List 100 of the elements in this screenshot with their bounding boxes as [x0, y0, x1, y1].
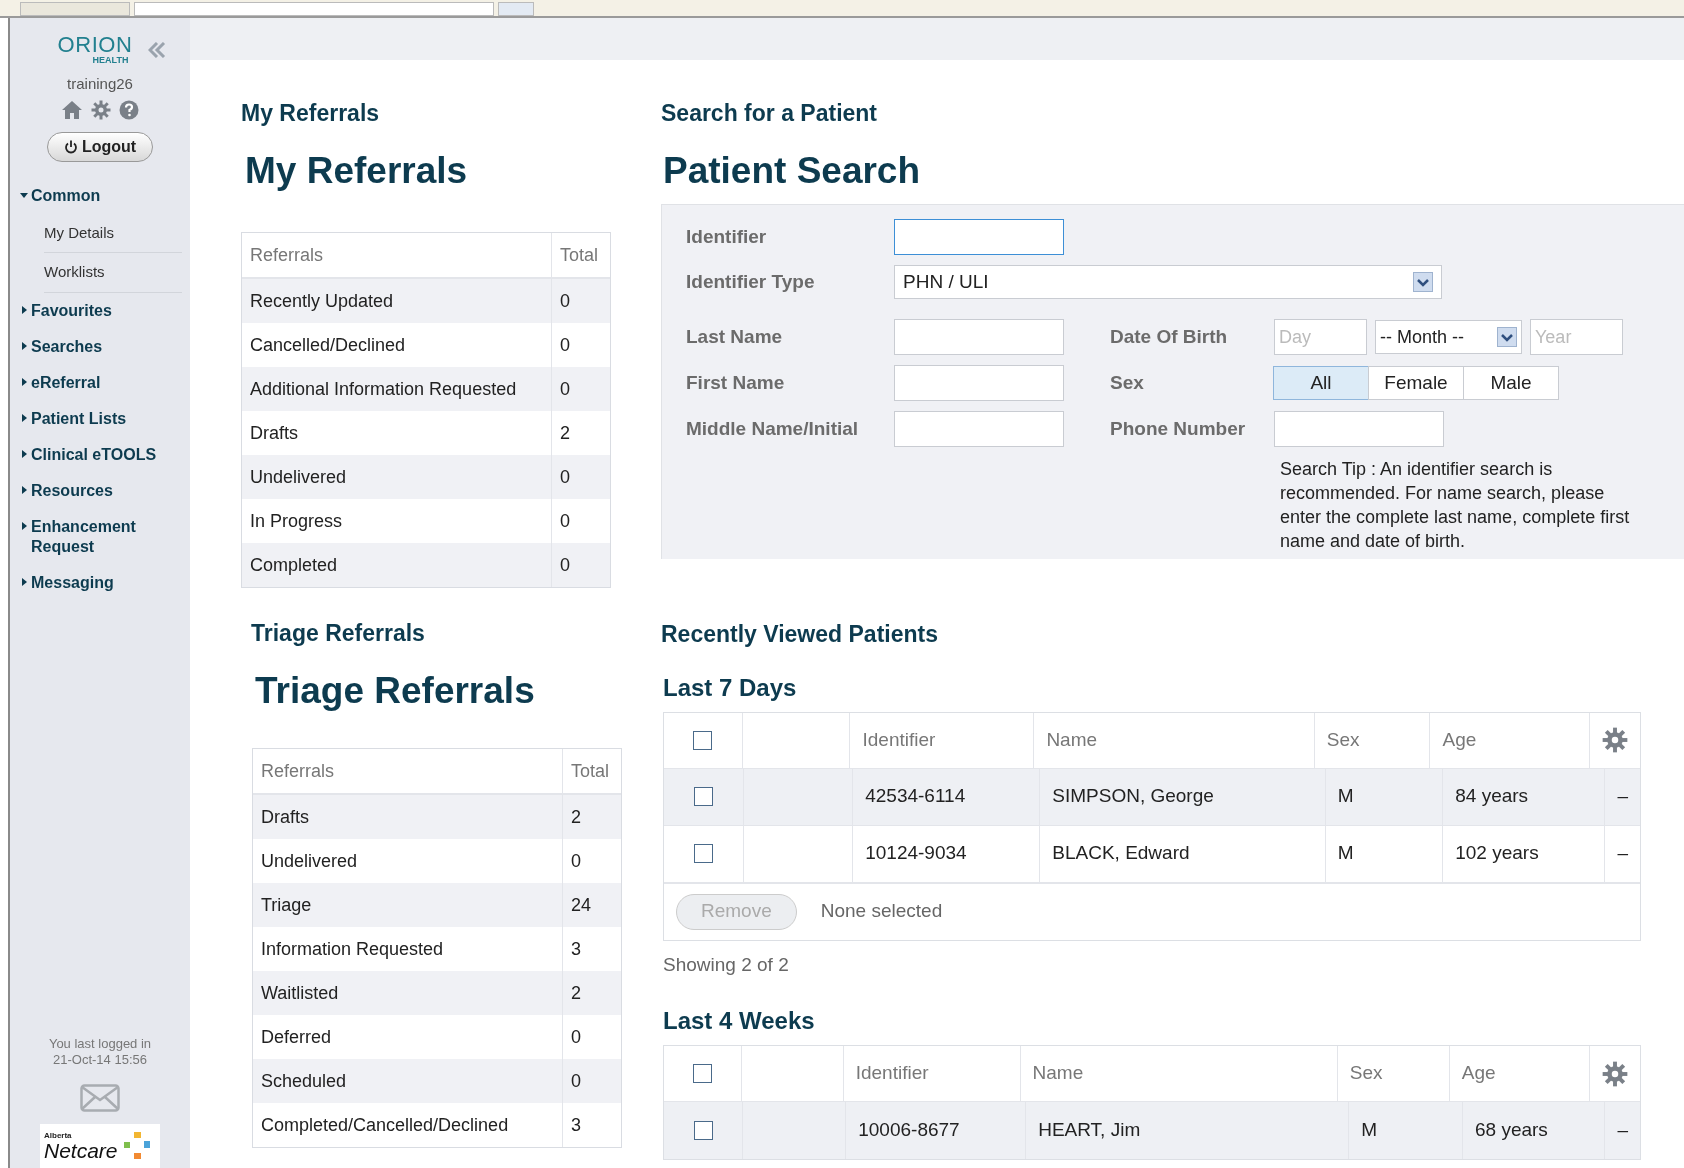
nav-item-label: Patient Lists [31, 408, 127, 429]
table-cell: 102 years [1443, 825, 1606, 882]
column-header[interactable]: Identifier [850, 712, 1035, 768]
showing-count: Showing 2 of 2 [663, 952, 790, 977]
table-cell: 10124-9034 [853, 825, 1041, 882]
table-cell: HEART, Jim [1026, 1102, 1350, 1159]
checkbox[interactable] [693, 844, 713, 863]
text-field[interactable] [894, 365, 1064, 401]
table-cell-text: 3 [570, 1113, 582, 1137]
table-cell-text: 2 [570, 805, 582, 829]
table-cell: 68 years [1463, 1102, 1606, 1159]
checkbox[interactable] [693, 1064, 713, 1083]
help-icon[interactable] [119, 99, 139, 120]
section-heading: Triage Referrals [251, 619, 426, 648]
nav-item[interactable]: Messaging [20, 564, 182, 601]
nav-item[interactable]: Searches [20, 328, 182, 365]
nav-subitem[interactable]: Worklists [44, 253, 182, 293]
table-cell: SIMPSON, George [1040, 768, 1326, 825]
table-cell: BLACK, Edward [1040, 825, 1326, 882]
field-label: Identifier [686, 224, 768, 249]
logo-name: Netcare [44, 1139, 118, 1161]
month-dropdown[interactable]: -- Month -- [1375, 320, 1522, 354]
text-field[interactable]: Year [1530, 319, 1623, 355]
section-heading: Search for a Patient [661, 99, 879, 128]
last-login-text: You last logged in [48, 1035, 152, 1052]
nav-item-label: Favourites [31, 300, 112, 321]
sex-option[interactable]: Female [1368, 366, 1464, 400]
column-header[interactable]: Name [1020, 1046, 1338, 1101]
field-label: Middle Name/Initial [686, 416, 860, 441]
caret-right-icon [20, 413, 28, 422]
field-label: Identifier Type [686, 269, 816, 294]
table-row[interactable]: Undelivered 0 [242, 455, 610, 499]
dropdown-value: -- Month -- [1380, 325, 1464, 349]
column-header[interactable]: Age [1449, 1046, 1590, 1101]
table-row[interactable]: Completed 0 [242, 543, 610, 587]
column-header[interactable]: Sex [1314, 712, 1431, 768]
sex-option[interactable]: All [1273, 366, 1369, 400]
mail-icon[interactable] [80, 1084, 120, 1112]
settings-icon[interactable] [91, 99, 111, 120]
text-field[interactable] [894, 319, 1064, 355]
checkbox[interactable] [693, 787, 713, 806]
text-field[interactable]: Day [1274, 319, 1367, 355]
checkbox[interactable] [693, 1121, 713, 1140]
group-heading: Last 7 Days [663, 672, 798, 703]
logo-tagline: HEALTH [92, 56, 129, 65]
logout-button[interactable]: Logout [46, 131, 154, 162]
table-cell: 10006-8677 [846, 1102, 1027, 1159]
nav-item[interactable]: eReferral [20, 364, 182, 401]
page-title: Patient Search [663, 148, 922, 193]
nav-item[interactable]: Favourites [20, 292, 182, 329]
caret-right-icon [20, 341, 28, 350]
nav-subitem[interactable]: My Details [44, 213, 182, 253]
identifier-type-dropdown[interactable]: PHN / ULI [894, 265, 1442, 299]
table-row[interactable]: Recently Updated 0 [242, 279, 610, 323]
power-icon [63, 139, 78, 154]
table-row[interactable]: 10006-8677 HEART, Jim M 68 years – [664, 1102, 1640, 1159]
table-row[interactable]: Waitlisted 2 [253, 971, 621, 1015]
caret-right-icon [20, 521, 28, 530]
sex-option[interactable]: Male [1463, 366, 1559, 400]
table-cell: Completed/Cancelled/Declined [253, 1103, 563, 1147]
nav-item-label: Clinical eTOOLS [31, 444, 157, 465]
text-field[interactable] [1274, 411, 1444, 447]
nav-item[interactable]: Patient Lists [20, 400, 182, 437]
group-heading: Last 4 Weeks [663, 1006, 816, 1036]
checkbox[interactable] [693, 730, 713, 750]
section-heading: My Referrals [241, 99, 381, 128]
table-row[interactable]: Drafts 2 [253, 795, 621, 839]
caret-down-icon [20, 190, 28, 199]
table-cell-text: 0 [559, 509, 571, 533]
column-header[interactable]: Age [1430, 712, 1590, 768]
column-header[interactable]: Identifier [843, 1046, 1021, 1101]
table-cell-text: – [1616, 1118, 1629, 1143]
nav-item[interactable]: Resources [20, 472, 182, 509]
table-cell: M [1325, 768, 1444, 825]
nav-item-label: eReferral [31, 372, 101, 393]
text-field[interactable] [894, 411, 1064, 447]
nav-item[interactable]: Common [20, 177, 182, 214]
text-field[interactable] [894, 219, 1064, 255]
column-header[interactable]: Name [1034, 712, 1315, 768]
home-icon[interactable] [61, 99, 83, 120]
dropdown-value: PHN / ULI [903, 269, 989, 294]
table-row[interactable]: Triage 24 [253, 883, 621, 927]
logo-region: Alberta [44, 1131, 73, 1140]
last-login-text: 21-Oct-14 15:56 [53, 1051, 147, 1068]
nav-item-label: Searches [31, 336, 103, 357]
nav-item[interactable]: Clinical eTOOLS [20, 436, 182, 473]
nav-item[interactable]: Enhancement Request [20, 508, 182, 565]
settings-icon[interactable] [1602, 1060, 1628, 1087]
collapse-icon[interactable] [148, 42, 167, 58]
caret-right-icon [20, 449, 28, 458]
table-cell: M [1349, 1102, 1463, 1159]
table-row[interactable]: Additional Information Requested 0 [242, 367, 610, 411]
table-cell-text: – [1616, 841, 1629, 866]
table-row[interactable]: Scheduled 0 [253, 1059, 621, 1103]
table-cell-text: 0 [559, 333, 571, 357]
column-header[interactable]: Sex [1337, 1046, 1450, 1101]
nav-item-label: Resources [31, 480, 113, 501]
table-row[interactable]: 10124-9034 BLACK, Edward M 102 years – [664, 825, 1640, 883]
field-label: Date Of Birth [1110, 324, 1229, 349]
table-row[interactable]: 42534-6114 SIMPSON, George M 84 years – [664, 768, 1640, 826]
